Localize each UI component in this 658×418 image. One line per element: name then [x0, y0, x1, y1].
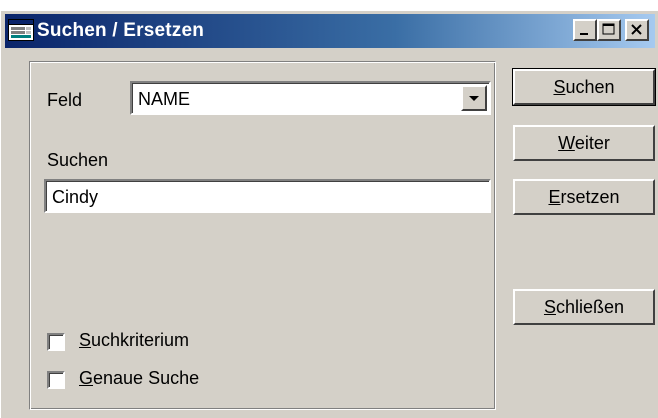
close-dialog-button[interactable]: Schließen: [513, 289, 655, 325]
minimize-icon: [580, 33, 588, 35]
field-select-value: NAME: [138, 89, 191, 109]
replace-button[interactable]: Ersetzen: [513, 179, 655, 215]
field-select[interactable]: NAME: [130, 81, 491, 115]
field-select-dropdown-button[interactable]: [461, 85, 487, 111]
search-criteria-checkbox[interactable]: [47, 333, 65, 351]
exact-search-checkbox[interactable]: [47, 371, 65, 389]
field-label: Feld: [47, 90, 83, 110]
chevron-down-icon: [469, 96, 479, 101]
close-button[interactable]: [625, 19, 649, 41]
search-input[interactable]: Cindy: [44, 179, 491, 213]
minimize-button[interactable]: [573, 19, 597, 41]
search-criteria-label[interactable]: Suchkriterium: [79, 330, 189, 351]
exact-search-label[interactable]: Genaue Suche: [79, 368, 199, 389]
window-title: Suchen / Ersetzen: [37, 20, 205, 41]
maximize-button[interactable]: [597, 19, 621, 41]
title-bar[interactable]: Suchen / Ersetzen: [5, 14, 655, 48]
next-button[interactable]: Weiter: [513, 125, 655, 161]
search-input-value: Cindy: [52, 187, 99, 207]
maximize-icon: [602, 23, 615, 35]
close-icon: [631, 24, 642, 35]
search-label: Suchen: [47, 150, 109, 170]
dialog-window-icon: [8, 19, 34, 41]
search-button[interactable]: Suchen: [512, 68, 656, 106]
